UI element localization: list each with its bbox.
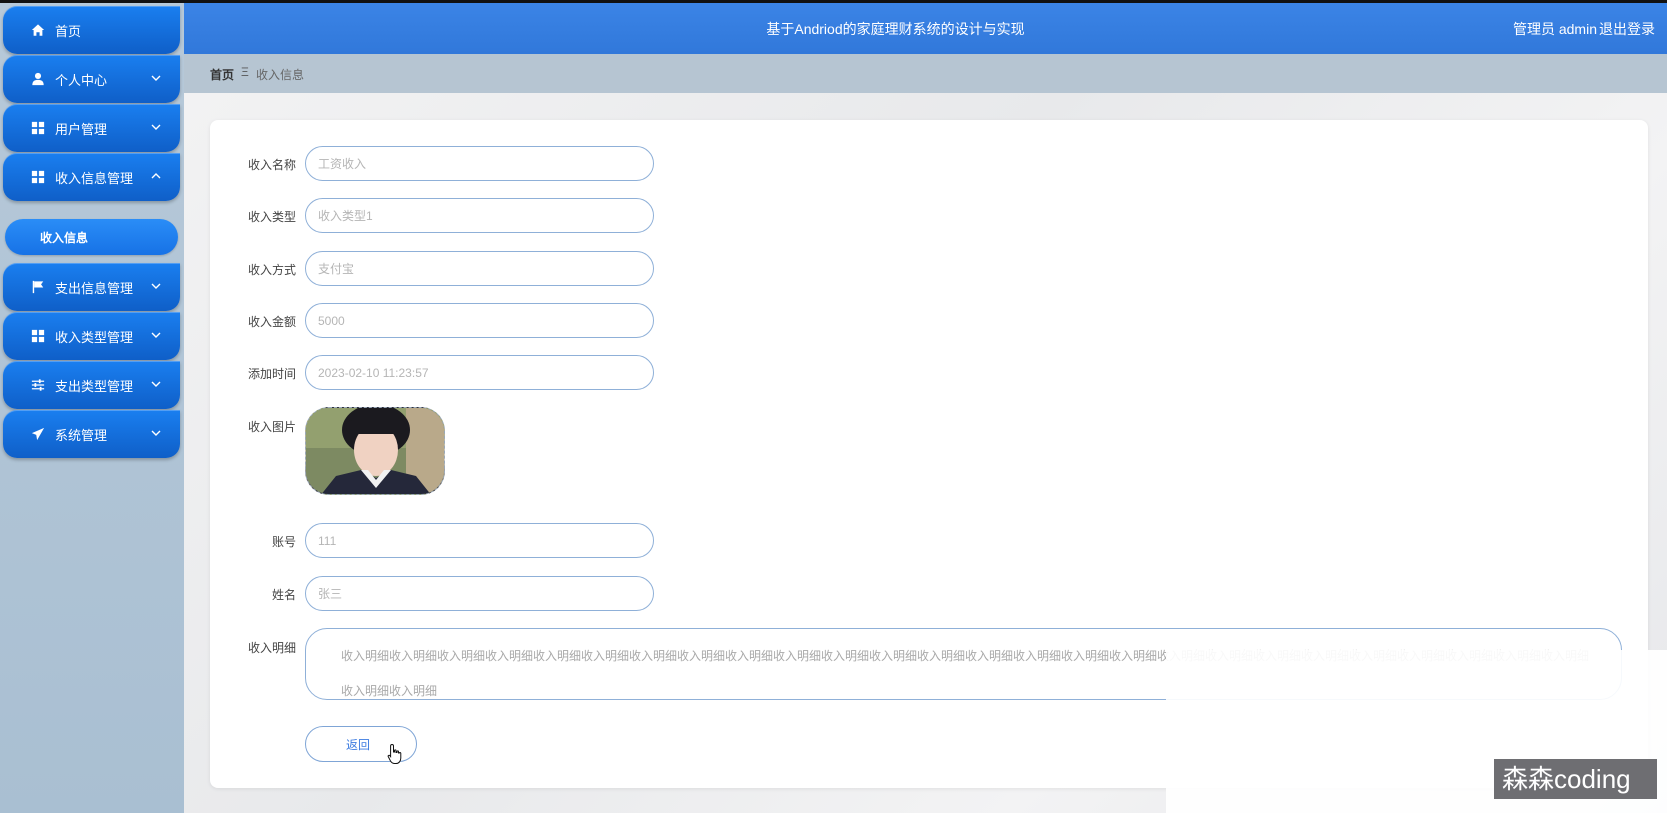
chevron-down-icon — [150, 280, 162, 292]
sliders-icon — [31, 378, 45, 392]
hand-cursor-icon — [387, 743, 402, 764]
income-amount-field[interactable] — [305, 303, 654, 338]
sidebar-item-label: 用户管理 — [55, 121, 108, 137]
breadcrumb: 首页 Ξ 收入信息 — [184, 54, 1667, 93]
header: 基于Andriod的家庭理财系统的设计与实现 管理员 admin 退出登录 — [184, 3, 1667, 54]
chevron-down-icon — [150, 72, 162, 84]
income-amount-label: 收入金额 — [247, 315, 296, 329]
chevron-up-icon — [150, 170, 162, 182]
back-button-label: 返回 — [345, 737, 370, 752]
logout-link[interactable]: 退出登录 — [1599, 19, 1655, 39]
sidebar-item-label: 系统管理 — [55, 427, 108, 443]
sidebar-subitem-label: 收入信息 — [40, 230, 89, 245]
add-time-label: 添加时间 — [247, 367, 296, 381]
sidebar-item-expense-management[interactable]: 支出信息管理 — [3, 263, 180, 311]
account-label: 账号 — [271, 535, 296, 549]
add-time-field[interactable] — [305, 355, 654, 390]
chevron-down-icon — [150, 121, 162, 133]
income-name-field[interactable] — [305, 146, 654, 181]
sidebar-item-label: 收入类型管理 — [55, 329, 134, 345]
chevron-down-icon — [150, 427, 162, 439]
portrait-image — [306, 408, 444, 494]
sidebar-item-expense-type-management[interactable]: 支出类型管理 — [3, 361, 180, 409]
sidebar-item-personal-center[interactable]: 个人中心 — [3, 55, 180, 103]
app-title: 基于Andriod的家庭理财系统的设计与实现 — [184, 19, 1667, 39]
grid-icon — [31, 170, 45, 184]
sidebar-item-label: 支出信息管理 — [55, 280, 134, 296]
current-user: 管理员 admin — [1512, 21, 1597, 37]
income-type-field[interactable] — [305, 198, 654, 233]
flag-icon — [31, 280, 45, 294]
app-title-text: 基于Andriod的家庭理财系统的设计与实现 — [766, 21, 1025, 37]
user-icon — [31, 72, 45, 86]
sidebar-item-label: 支出类型管理 — [55, 378, 134, 394]
sidebar-item-income-type-management[interactable]: 收入类型管理 — [3, 312, 180, 360]
sidebar-item-system-management[interactable]: 系统管理 — [3, 410, 180, 458]
grid-icon — [31, 121, 45, 135]
income-method-field[interactable] — [305, 251, 654, 286]
income-image-label: 收入图片 — [247, 420, 296, 434]
chevron-down-icon — [150, 378, 162, 390]
account-field[interactable] — [305, 523, 654, 558]
breadcrumb-separator: Ξ — [241, 65, 249, 79]
grid-icon — [31, 329, 45, 343]
income-type-label: 收入类型 — [247, 210, 296, 224]
income-image[interactable] — [305, 407, 445, 495]
sidebar-item-income-management[interactable]: 收入信息管理 — [3, 153, 180, 201]
name-field[interactable] — [305, 576, 654, 611]
sidebar: 首页 个人中心 用户管理 收入信息管理 收入信息 支出信息管理 收入类型管理 支… — [0, 3, 184, 813]
home-icon — [31, 23, 45, 37]
watermark: 森森coding — [1494, 759, 1657, 799]
breadcrumb-current: 收入信息 — [256, 68, 305, 82]
income-name-label: 收入名称 — [247, 158, 296, 172]
sidebar-item-label: 个人中心 — [55, 72, 108, 88]
income-method-label: 收入方式 — [247, 263, 296, 277]
sidebar-subitem-income-info[interactable]: 收入信息 — [5, 219, 178, 255]
sidebar-item-label: 首页 — [55, 23, 82, 39]
chevron-down-icon — [150, 329, 162, 341]
name-label: 姓名 — [271, 588, 296, 602]
send-icon — [31, 427, 45, 441]
sidebar-item-label: 收入信息管理 — [55, 170, 134, 186]
breadcrumb-home[interactable]: 首页 — [210, 66, 234, 83]
sidebar-item-home[interactable]: 首页 — [3, 6, 180, 54]
sidebar-item-user-management[interactable]: 用户管理 — [3, 104, 180, 152]
income-detail-label: 收入明细 — [247, 641, 296, 655]
